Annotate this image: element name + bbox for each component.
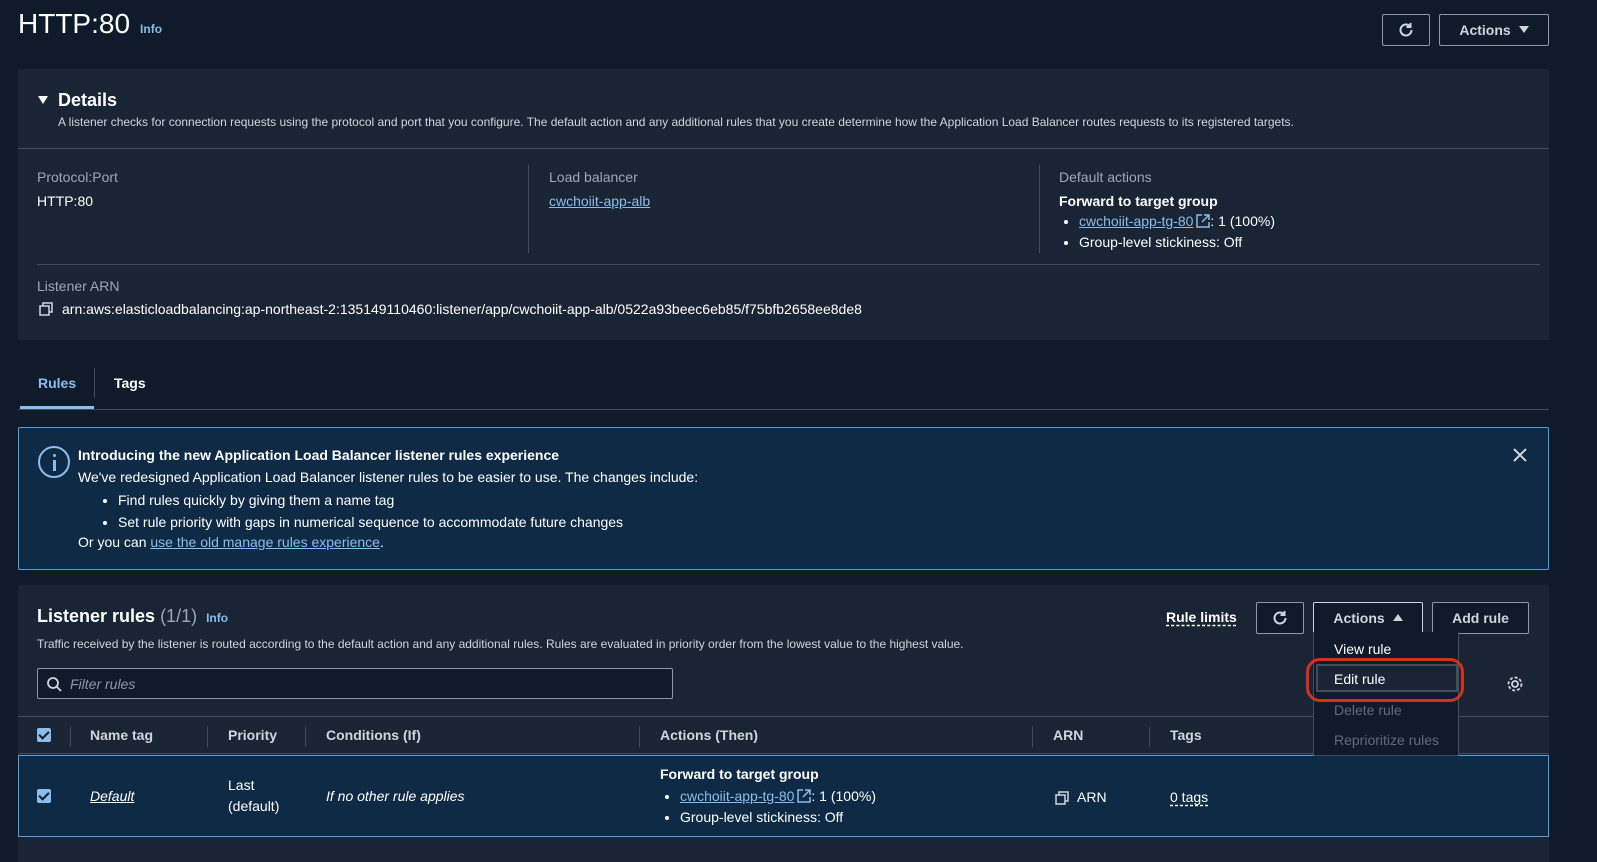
flash-footer-prefix: Or you can	[78, 534, 151, 550]
caret-up-icon	[1392, 614, 1403, 621]
action-tg-link[interactable]: cwchoiit-app-tg-80	[680, 788, 794, 804]
menu-item-reprioritize-rules: Reprioritize rules	[1334, 732, 1440, 748]
default-actions-list: cwchoiit-app-tg-80 : 1 (100%) Group-level…	[1059, 211, 1275, 253]
add-rule-button[interactable]: Add rule	[1432, 602, 1529, 634]
header-actions-button[interactable]: Actions	[1439, 14, 1549, 46]
tab-tags[interactable]: Tags	[114, 375, 146, 391]
menu-item-delete-rule: Delete rule	[1334, 702, 1402, 718]
default-actions-label: Default actions	[1059, 169, 1152, 185]
rules-refresh-button[interactable]	[1256, 602, 1304, 634]
flash-line: We've redesigned Application Load Balanc…	[78, 469, 699, 485]
column-separator	[70, 727, 71, 747]
flash-footer: Or you can use the old manage rules expe…	[78, 534, 384, 550]
rules-actions-label: Actions	[1333, 610, 1385, 626]
listener-arn-label: Listener ARN	[37, 278, 120, 294]
close-icon[interactable]	[1512, 447, 1528, 463]
col-conditions[interactable]: Conditions (If)	[326, 727, 421, 743]
filter-rules-input[interactable]: Filter rules	[37, 668, 673, 699]
info-icon	[38, 446, 70, 478]
menu-item-view-rule[interactable]: View rule	[1334, 641, 1391, 657]
default-tg-item: cwchoiit-app-tg-80 : 1 (100%)	[1079, 211, 1275, 232]
default-tg-weight: : 1 (100%)	[1210, 213, 1275, 229]
details-description: A listener checks for connection request…	[58, 115, 1294, 129]
tab-separator	[94, 368, 95, 398]
listener-arn-value: arn:aws:elasticloadbalancing:ap-northeas…	[62, 301, 862, 317]
tabs-baseline	[18, 409, 1549, 410]
default-actions-heading: Forward to target group	[1059, 193, 1218, 209]
rules-count: (1/1)	[160, 606, 198, 626]
flash-title: Introducing the new Application Load Bal…	[78, 447, 560, 463]
flash-bullet: Find rules quickly by giving them a name…	[118, 489, 623, 511]
default-stickiness: Group-level stickiness: Off	[1079, 232, 1275, 253]
column-separator	[1149, 727, 1150, 747]
protocol-label: Protocol:Port	[37, 169, 118, 185]
copy-icon[interactable]	[39, 302, 53, 316]
rules-title-text: Listener rules	[37, 606, 156, 626]
load-balancer-label: Load balancer	[549, 169, 638, 185]
details-panel: Details A listener checks for connection…	[18, 69, 1549, 340]
refresh-icon	[1399, 23, 1413, 37]
page-title: HTTP:80	[18, 8, 131, 39]
rules-actions-button[interactable]: Actions	[1313, 602, 1423, 634]
tab-rules[interactable]: Rules	[38, 375, 76, 391]
rule-name-link[interactable]: Default	[90, 788, 134, 804]
row-checkbox[interactable]	[37, 789, 51, 803]
header-actions-label: Actions	[1459, 22, 1511, 38]
flash-footer-suffix: .	[379, 534, 384, 550]
col-name-tag[interactable]: Name tag	[90, 727, 153, 743]
col-priority[interactable]: Priority	[228, 727, 277, 743]
external-link-icon	[797, 789, 812, 803]
tags-link[interactable]: 0 tags	[1170, 789, 1208, 805]
add-rule-label: Add rule	[1452, 610, 1509, 626]
action-tg-weight: : 1 (100%)	[811, 788, 876, 804]
active-tab-indicator	[20, 406, 94, 409]
caret-down-icon	[1518, 26, 1529, 33]
column-divider	[528, 165, 529, 253]
col-arn[interactable]: ARN	[1053, 727, 1083, 743]
action-tg-item: cwchoiit-app-tg-80 : 1 (100%)	[680, 786, 876, 807]
refresh-icon	[1273, 611, 1287, 625]
info-flashbar: Introducing the new Application Load Bal…	[18, 427, 1549, 570]
priority-value-sub: (default)	[228, 798, 280, 814]
column-separator	[1032, 727, 1033, 747]
column-divider	[1039, 165, 1040, 253]
table-row[interactable]: Default Last (default) If no other rule …	[18, 755, 1549, 837]
action-list: cwchoiit-app-tg-80 : 1 (100%) Group-level…	[660, 786, 876, 828]
load-balancer-link[interactable]: cwchoiit-app-alb	[549, 193, 650, 209]
condition-value: If no other rule applies	[326, 788, 465, 804]
priority-value: Last	[228, 777, 255, 793]
old-experience-link[interactable]: use the old manage rules experience	[150, 534, 380, 550]
external-link-icon	[1196, 214, 1211, 228]
details-title: Details	[58, 90, 118, 110]
rules-info-link[interactable]: Info	[206, 611, 228, 625]
rules-description: Traffic received by the listener is rout…	[37, 637, 964, 651]
protocol-value: HTTP:80	[37, 193, 94, 209]
expand-caret-icon[interactable]	[38, 96, 48, 104]
column-separator	[639, 727, 640, 747]
default-tg-link[interactable]: cwchoiit-app-tg-80	[1079, 213, 1193, 229]
details-header[interactable]: Details A listener checks for connection…	[18, 69, 1549, 149]
column-separator	[207, 727, 208, 747]
details-divider	[37, 264, 1540, 265]
select-all-checkbox[interactable]	[37, 728, 51, 742]
action-heading: Forward to target group	[660, 766, 819, 782]
flash-bullets: Find rules quickly by giving them a name…	[98, 489, 623, 533]
gear-icon[interactable]	[1506, 675, 1524, 693]
filter-placeholder: Filter rules	[70, 676, 136, 692]
column-separator	[305, 727, 306, 747]
copy-icon[interactable]	[1055, 791, 1069, 805]
arn-copy-label[interactable]: ARN	[1077, 789, 1107, 805]
highlight-annotation-circle	[1306, 658, 1464, 702]
col-tags[interactable]: Tags	[1170, 727, 1202, 743]
search-icon	[47, 677, 62, 692]
rules-title: Listener rules (1/1) Info	[37, 606, 228, 627]
action-stickiness: Group-level stickiness: Off	[680, 807, 876, 828]
flash-bullet: Set rule priority with gaps in numerical…	[118, 511, 623, 533]
rule-limits-link[interactable]: Rule limits	[1166, 609, 1237, 625]
refresh-button[interactable]	[1382, 14, 1430, 46]
page-title-container: HTTP:80 Info	[18, 8, 162, 40]
col-actions[interactable]: Actions (Then)	[660, 727, 758, 743]
info-link[interactable]: Info	[140, 22, 162, 36]
